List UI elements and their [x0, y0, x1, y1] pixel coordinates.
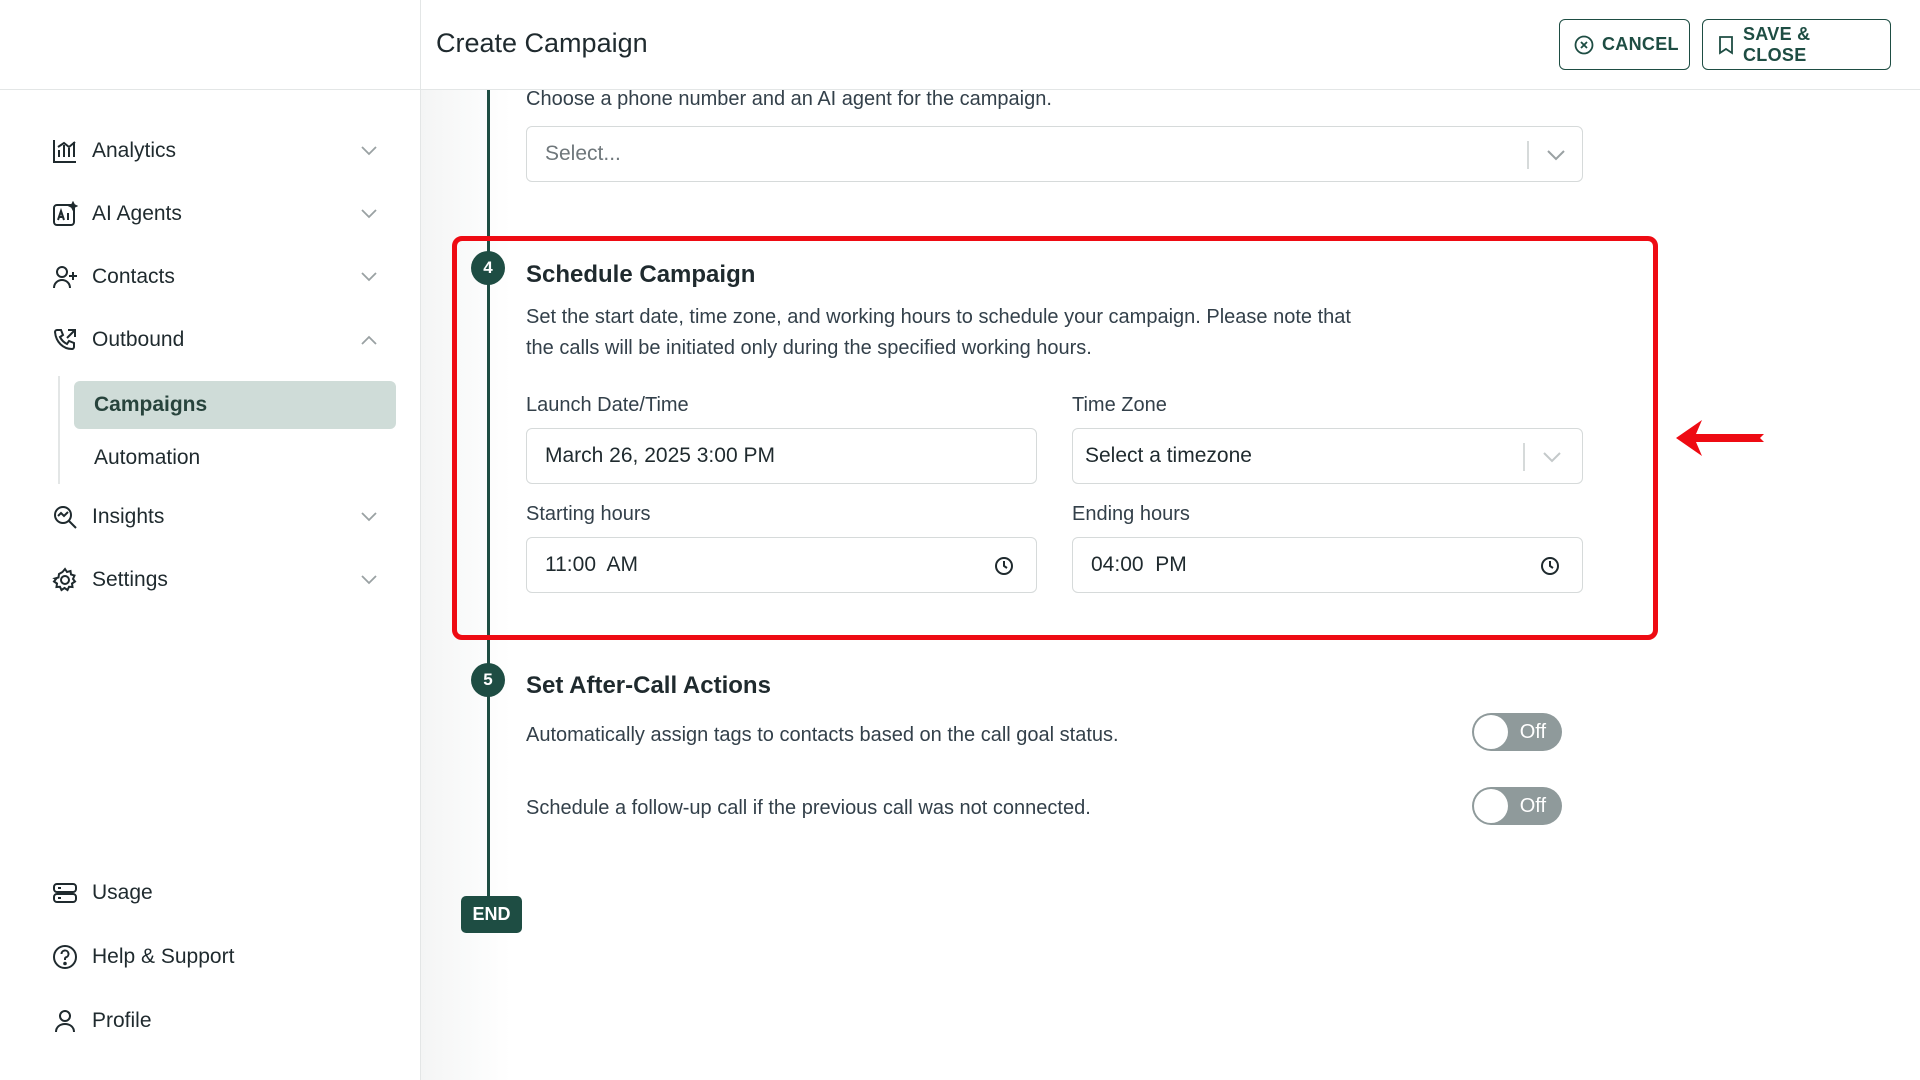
timeline-end-badge: END — [461, 896, 522, 933]
agent-select[interactable]: Select... — [526, 126, 1583, 182]
left-arrow-icon — [1676, 420, 1764, 461]
gear-icon — [50, 565, 80, 595]
chevron-down-icon — [1541, 127, 1571, 183]
contact-add-icon — [50, 262, 80, 292]
page-title: Create Campaign — [436, 28, 648, 58]
follow-up-toggle[interactable]: Off — [1472, 787, 1562, 825]
sidebar-item-usage[interactable]: Usage — [50, 873, 380, 913]
phone-outbound-icon — [50, 325, 80, 355]
sidebar-item-label: Usage — [92, 881, 153, 904]
sidebar-item-insights[interactable]: Insights — [50, 497, 380, 537]
follow-up-option-label: Schedule a follow-up call if the previou… — [526, 797, 1091, 819]
sidebar-item-ai-agents[interactable]: AI Agents — [50, 194, 380, 234]
outbound-subnav: Campaigns Automation — [58, 376, 398, 484]
profile-icon — [50, 1006, 80, 1036]
agent-select-placeholder: Select... — [545, 142, 621, 165]
sidebar-item-profile[interactable]: Profile — [50, 1001, 380, 1041]
toggle-knob — [1474, 789, 1508, 823]
sidebar-item-label: Outbound — [92, 328, 185, 351]
cancel-button[interactable]: CANCEL — [1559, 19, 1690, 70]
sidebar-subitem-automation[interactable]: Automation — [74, 434, 396, 482]
sidebar-item-label: Help & Support — [92, 945, 235, 968]
usage-icon — [50, 878, 80, 908]
after-call-actions-title: Set After-Call Actions — [526, 672, 771, 699]
sidebar-item-help-support[interactable]: Help & Support — [50, 937, 380, 977]
chevron-up-icon — [358, 329, 380, 351]
bookmark-icon — [1717, 35, 1735, 55]
sidebar-subitem-campaigns[interactable]: Campaigns — [74, 381, 396, 429]
chevron-down-icon — [358, 506, 380, 528]
sidebar-item-label: Contacts — [92, 265, 175, 288]
ai-agents-icon — [50, 199, 80, 229]
sidebar-item-contacts[interactable]: Contacts — [50, 257, 380, 297]
sidebar: Analytics AI Agents Contacts Outbound Ca… — [0, 0, 421, 1080]
toggle-state-label: Off — [1519, 721, 1546, 743]
toggle-state-label: Off — [1519, 795, 1546, 817]
sidebar-item-label: Insights — [92, 505, 165, 528]
sidebar-logo-area — [0, 0, 420, 90]
cancel-button-label: CANCEL — [1602, 34, 1679, 54]
save-close-button[interactable]: SAVE & CLOSE — [1702, 19, 1891, 70]
sidebar-item-analytics[interactable]: Analytics — [50, 131, 380, 171]
auto-tag-option-label: Automatically assign tags to contacts ba… — [526, 724, 1119, 746]
highlight-box — [452, 236, 1658, 640]
sidebar-item-label: Settings — [92, 568, 168, 591]
help-icon — [50, 942, 80, 972]
toggle-knob — [1474, 715, 1508, 749]
top-header: Create Campaign CANCEL SAVE & CLOSE — [421, 0, 1920, 90]
sidebar-item-label: AI Agents — [92, 202, 182, 225]
sidebar-item-settings[interactable]: Settings — [50, 560, 380, 600]
chevron-down-icon — [358, 569, 380, 591]
analytics-icon — [50, 136, 80, 166]
save-close-button-label: SAVE & CLOSE — [1743, 23, 1811, 65]
sidebar-item-outbound[interactable]: Outbound — [50, 320, 380, 360]
step-5-marker: 5 — [471, 663, 505, 697]
auto-tag-toggle[interactable]: Off — [1472, 713, 1562, 751]
select-separator — [1527, 141, 1529, 169]
chevron-down-icon — [358, 203, 380, 225]
close-circle-icon — [1574, 35, 1594, 55]
sidebar-item-label: Analytics — [92, 139, 177, 162]
chevron-down-icon — [358, 140, 380, 162]
insights-icon — [50, 502, 80, 532]
sidebar-item-label: Profile — [92, 1009, 152, 1032]
chevron-down-icon — [358, 266, 380, 288]
step3-description: Choose a phone number and an AI agent fo… — [526, 88, 1052, 110]
